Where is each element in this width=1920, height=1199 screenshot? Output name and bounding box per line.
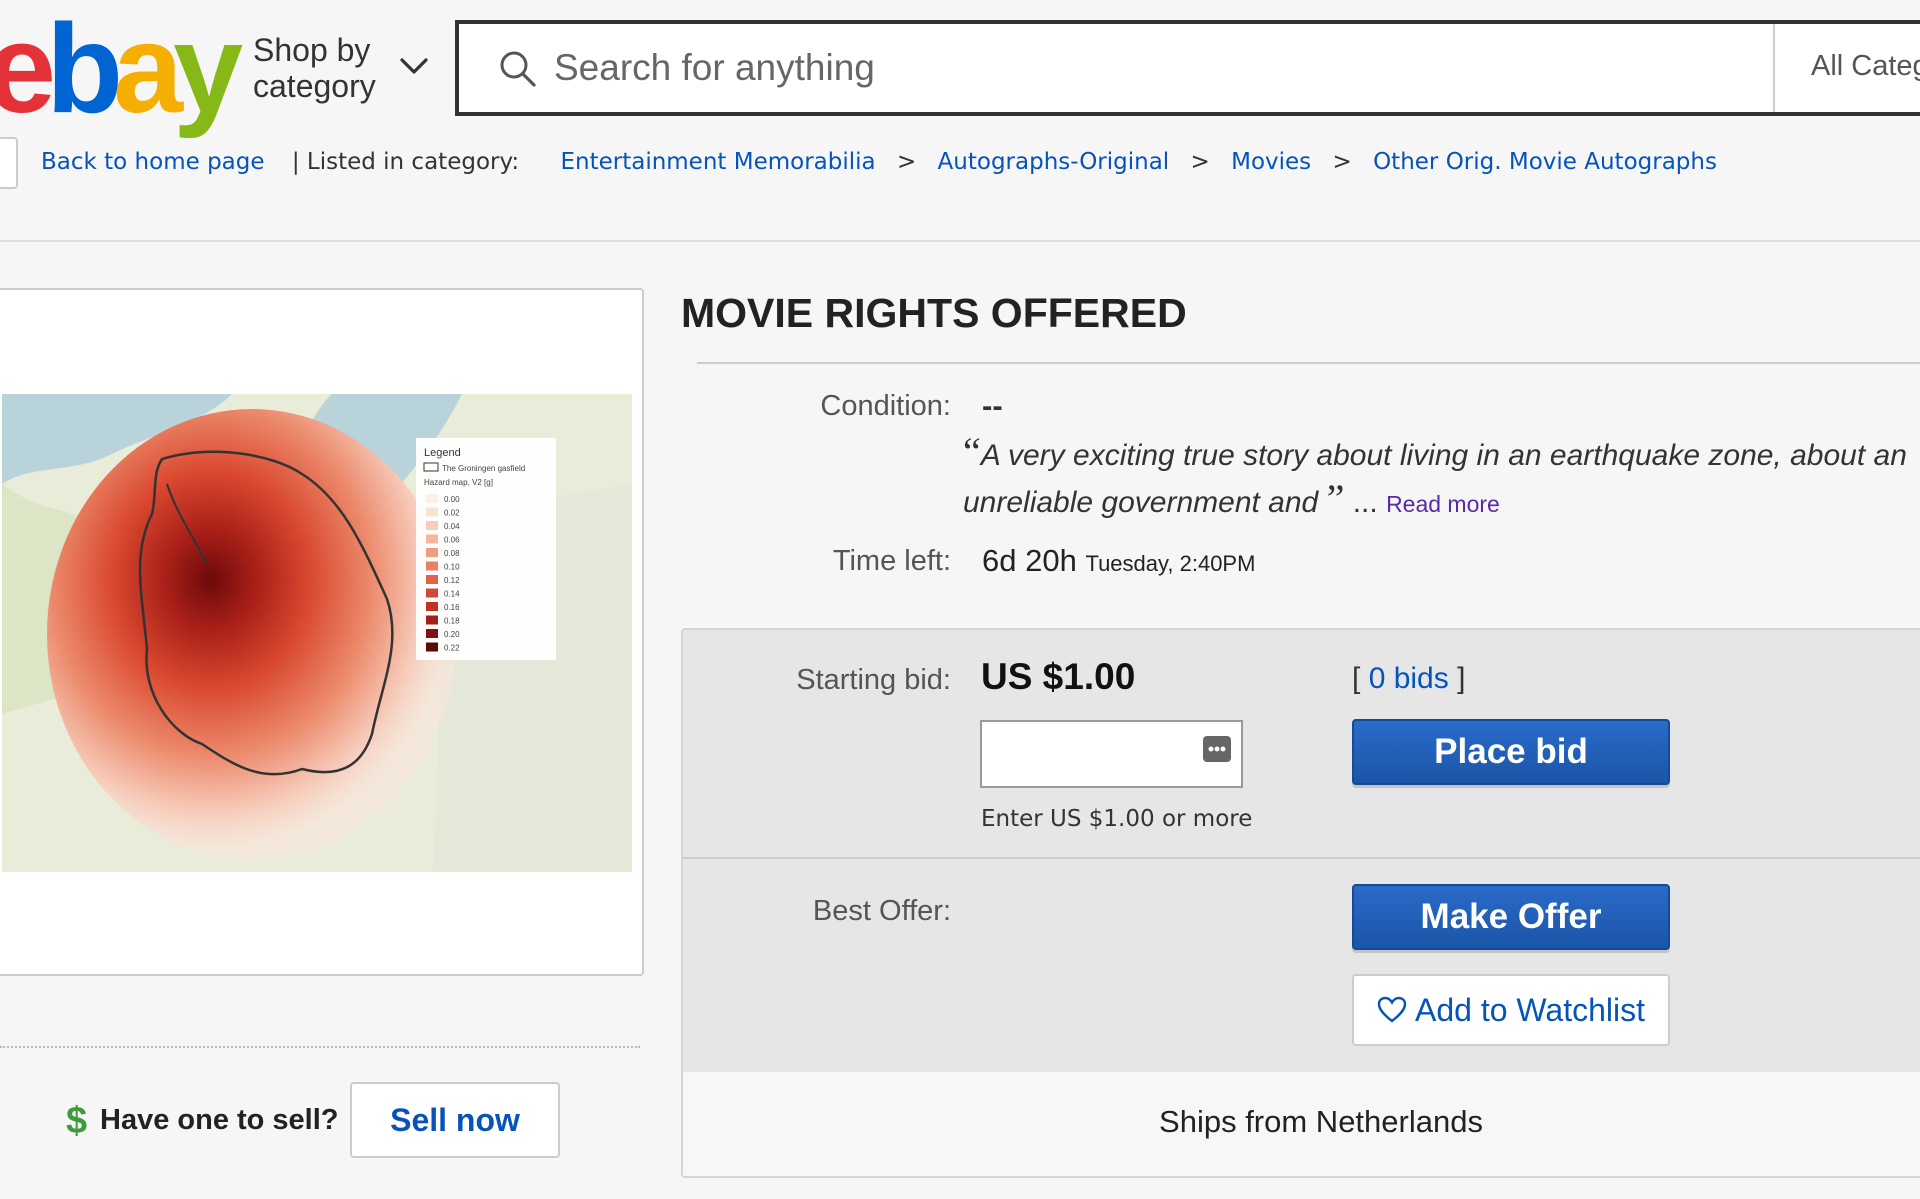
end-time: Tuesday, 2:40PM xyxy=(1085,551,1256,576)
breadcrumb-separator: > xyxy=(896,149,917,175)
read-more-link[interactable]: Read more xyxy=(1386,491,1500,517)
sell-now-button[interactable]: Sell now xyxy=(350,1082,560,1158)
search-input[interactable] xyxy=(554,38,1704,98)
search-divider xyxy=(1773,24,1775,112)
item-title: MOVIE RIGHTS OFFERED xyxy=(681,290,1187,336)
category-select[interactable]: All Categories xyxy=(1811,50,1920,83)
add-to-watchlist-button[interactable]: Add to Watchlist xyxy=(1352,974,1670,1046)
shop-by-category-button[interactable]: Shop by category xyxy=(253,32,376,104)
legend-swatch xyxy=(426,575,438,584)
quote-open: “ xyxy=(963,429,981,474)
legend-swatch xyxy=(426,521,438,530)
condition-value: -- xyxy=(982,388,1003,423)
dotted-divider xyxy=(0,1046,640,1048)
dollar-icon: $ xyxy=(66,1100,88,1142)
divider xyxy=(697,362,1920,364)
item-image-panel[interactable]: Legend The Groningen gasfield Hazard map… xyxy=(0,288,644,976)
search-icon xyxy=(500,51,536,87)
legend-value: 0.00 xyxy=(444,495,460,504)
quote-close: ” xyxy=(1326,476,1345,521)
legend-value: 0.12 xyxy=(444,576,460,585)
breadcrumb-item-autographs[interactable]: Autographs-Original xyxy=(938,149,1170,175)
time-left-value: 6d 20h Tuesday, 2:40PM xyxy=(982,543,1255,579)
divider xyxy=(683,857,1920,859)
breadcrumb-item-entertainment[interactable]: Entertainment Memorabilia xyxy=(560,149,875,175)
starting-bid-value: US $1.00 xyxy=(981,656,1136,697)
listed-in-label: | Listed in category: xyxy=(291,149,520,175)
best-offer-label: Best Offer: xyxy=(812,895,951,927)
starting-bid-label: Starting bid: xyxy=(796,664,951,696)
legend-swatch xyxy=(426,507,438,517)
shop-by-line1: Shop by xyxy=(253,32,371,68)
time-remaining: 6d 20h xyxy=(982,543,1077,578)
watchlist-label: Add to Watchlist xyxy=(1414,991,1645,1028)
legend-value: 0.08 xyxy=(444,549,460,558)
legend-swatch xyxy=(426,494,438,503)
item-description-quote: “A very exciting true story about living… xyxy=(963,430,1913,526)
bracket-close: ] xyxy=(1457,662,1466,695)
time-left-label: Time left: xyxy=(832,545,951,577)
legend-value: 0.14 xyxy=(444,590,460,599)
ebay-logo[interactable]: ebay xyxy=(0,6,243,132)
heart-icon xyxy=(1377,996,1407,1023)
legend-swatch xyxy=(426,561,438,571)
have-one-to-sell-label: Have one to sell? xyxy=(100,1104,339,1136)
back-arrow-button[interactable] xyxy=(0,137,18,189)
breadcrumb: Back to home page | Listed in category: … xyxy=(41,149,1717,175)
legend-value: 0.22 xyxy=(444,644,460,653)
autofill-icon[interactable] xyxy=(1203,736,1231,762)
legend-value: 0.04 xyxy=(444,522,460,531)
search-bar[interactable]: All Categories xyxy=(455,20,1920,116)
legend-value: 0.16 xyxy=(444,603,460,612)
divider xyxy=(0,240,1920,242)
breadcrumb-item-movies[interactable]: Movies xyxy=(1231,149,1311,175)
legend-swatch xyxy=(426,534,438,544)
legend-swatch xyxy=(426,548,438,557)
place-bid-button[interactable]: Place bid xyxy=(1352,719,1670,785)
breadcrumb-separator: > xyxy=(1190,149,1210,175)
legend-swatch xyxy=(426,642,438,652)
legend-value: 0.02 xyxy=(444,509,460,518)
make-offer-button[interactable]: Make Offer xyxy=(1352,884,1670,950)
bids-link[interactable]: 0 bids xyxy=(1369,662,1449,695)
chevron-down-icon[interactable] xyxy=(399,56,429,76)
legend-value: 0.20 xyxy=(444,630,460,639)
back-to-home-link[interactable]: Back to home page xyxy=(41,149,265,175)
bid-count: [ 0 bids ] xyxy=(1352,662,1465,696)
bid-amount-field[interactable] xyxy=(980,720,1243,788)
legend-entry: The Groningen gasfield xyxy=(442,464,525,473)
legend-swatch xyxy=(426,602,438,611)
condition-label: Condition: xyxy=(820,390,951,422)
legend-value: 0.06 xyxy=(444,536,460,545)
legend-entry: Hazard map, V2 [g] xyxy=(424,478,493,487)
breadcrumb-item-other-orig[interactable]: Other Orig. Movie Autographs xyxy=(1373,149,1717,175)
legend-swatch xyxy=(426,629,438,638)
legend-swatch xyxy=(426,615,438,625)
legend-swatch xyxy=(426,588,438,598)
hazard-map-image[interactable]: Legend The Groningen gasfield Hazard map… xyxy=(2,394,632,872)
breadcrumb-separator: > xyxy=(1332,149,1352,175)
bid-hint: Enter US $1.00 or more xyxy=(981,806,1253,832)
ellipsis: ... xyxy=(1352,486,1378,519)
ships-from-text: Ships from Netherlands xyxy=(1159,1104,1483,1139)
legend-value: 0.10 xyxy=(444,563,460,572)
legend-title: Legend xyxy=(424,447,461,459)
shop-by-line2: category xyxy=(253,68,376,104)
legend-value: 0.18 xyxy=(444,617,460,626)
bracket-open: [ xyxy=(1352,662,1361,695)
